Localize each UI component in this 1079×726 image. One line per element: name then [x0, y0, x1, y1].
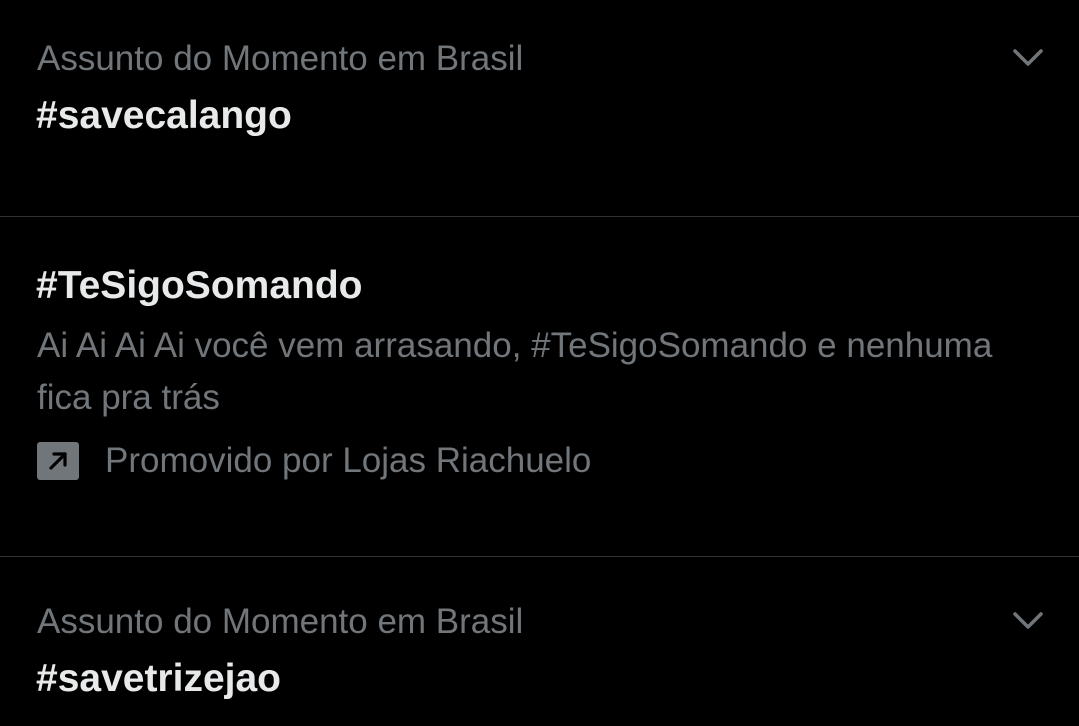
trend-item-savetrizejao[interactable]: Assunto do Momento em Brasil #savetrizej… [0, 557, 1079, 726]
trend-context: Assunto do Momento em Brasil [37, 602, 524, 641]
promoted-text: Promovido por Lojas Riachuelo [105, 441, 592, 480]
promoted-label: Promovido por Lojas Riachuelo [37, 439, 591, 483]
trend-title: #savecalango [36, 94, 292, 137]
trend-description: Ai Ai Ai Ai você vem arrasando, #TeSigoS… [37, 326, 993, 417]
promoted-trend-item[interactable]: #TeSigoSomando Ai Ai Ai Ai você vem arra… [0, 217, 1079, 557]
promoted-arrow-icon [37, 442, 79, 480]
chevron-down-icon[interactable] [1010, 609, 1046, 633]
trend-title: #savetrizejao [36, 657, 281, 700]
trend-item-savecalango[interactable]: Assunto do Momento em Brasil #savecalang… [0, 0, 1079, 217]
chevron-down-icon[interactable] [1010, 46, 1046, 70]
trend-title: #TeSigoSomando [36, 264, 363, 307]
trend-context: Assunto do Momento em Brasil [37, 39, 524, 78]
